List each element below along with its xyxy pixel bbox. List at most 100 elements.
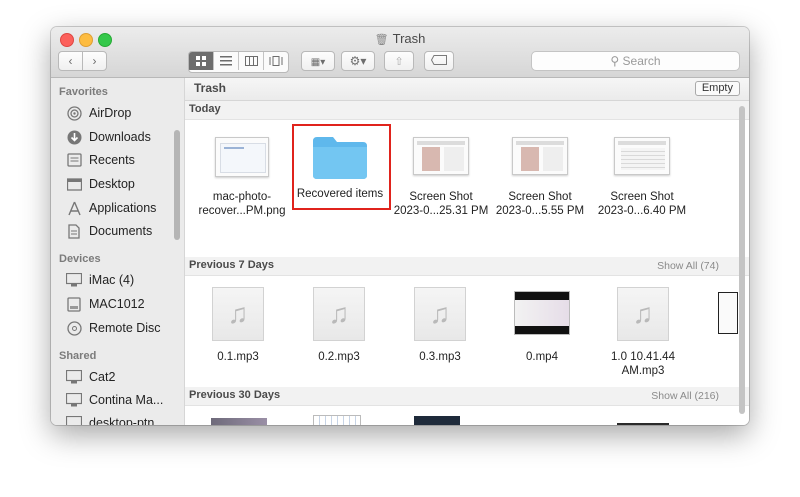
- sidebar-item-desktop[interactable]: Desktop: [66, 174, 135, 194]
- recents-icon: [66, 152, 82, 168]
- sidebar-item-label: MAC1012: [89, 297, 145, 311]
- sidebar-item-label: Remote Disc: [89, 321, 161, 335]
- sidebar-item-applications[interactable]: Applications: [66, 198, 156, 218]
- group-grid-icon: ▦▾: [310, 57, 326, 68]
- sidebar-item-label: AirDrop: [89, 106, 132, 120]
- sidebar-item-recents[interactable]: Recents: [66, 150, 135, 170]
- show-all-link[interactable]: Show All (216): [651, 390, 719, 402]
- monitor-icon: [66, 369, 82, 385]
- file-thumbnail: [614, 137, 670, 175]
- search-field[interactable]: ⚲ Search: [531, 51, 740, 71]
- cover-flow-icon: [269, 56, 283, 66]
- file-name: 0.3.mp3: [419, 351, 461, 363]
- tags-button[interactable]: [424, 51, 454, 71]
- folder-title: Trash: [194, 81, 227, 95]
- chevron-right-icon: ›: [92, 54, 97, 68]
- highlight-box: [292, 124, 391, 210]
- sidebar-item-label: iMac (4): [89, 273, 135, 287]
- share-icon: ⇧: [394, 56, 404, 68]
- file-item[interactable]: ♫ 0.1.mp3: [190, 287, 286, 364]
- file-thumbnail[interactable]: [211, 418, 267, 425]
- disc-icon: [66, 320, 82, 336]
- sidebar-scrollbar[interactable]: [174, 130, 180, 240]
- group-header-previous-30-days: Previous 30 Days Show All (216): [185, 387, 749, 406]
- airdrop-icon: [66, 105, 82, 121]
- sidebar-item-label: Desktop: [89, 177, 135, 191]
- video-thumbnail: [514, 291, 570, 335]
- empty-trash-button[interactable]: Empty: [694, 81, 740, 96]
- sidebar: Favorites AirDrop Downloads Recents Desk…: [51, 78, 185, 425]
- sidebar-item-label: Contina Ma...: [89, 393, 164, 407]
- content-scrollbar[interactable]: [739, 106, 745, 414]
- file-browser: Trash Empty Today mac-photo-recover...PM…: [185, 78, 749, 425]
- disk-icon: [66, 296, 82, 312]
- music-note-icon: ♫: [617, 287, 669, 341]
- search-icon: ⚲: [610, 54, 620, 68]
- sidebar-item-documents[interactable]: Documents: [66, 221, 152, 241]
- group-header-previous-7-days: Previous 7 Days Show All (74): [185, 257, 749, 276]
- file-item[interactable]: Screen Shot 2023-0...6.40 PM: [594, 137, 690, 218]
- file-thumbnail[interactable]: [313, 415, 361, 425]
- search-placeholder: Search: [622, 54, 661, 68]
- sidebar-item-cat2[interactable]: Cat2: [66, 367, 115, 387]
- sidebar-item-label: desktop-ptn...: [89, 416, 165, 425]
- file-name: 0.mp4: [526, 351, 558, 363]
- file-thumbnail[interactable]: [617, 423, 669, 425]
- file-item[interactable]: mac-photo-recover...PM.png: [194, 137, 290, 218]
- share-button[interactable]: ⇧: [384, 51, 414, 71]
- file-item[interactable]: Screen Shot 2023-0...5.55 PM: [492, 137, 588, 218]
- list-view-button[interactable]: [214, 52, 239, 70]
- finder-window: 🗑 Trash ‹ › ▦▾ ⚙▾ ⇧ ⚲ Search Favorites A…: [51, 27, 749, 425]
- monitor-icon: [66, 415, 82, 425]
- file-thumbnail[interactable]: [414, 416, 460, 425]
- file-name: mac-photo-recover...PM.png: [198, 191, 286, 217]
- file-name: Screen Shot 2023-0...5.55 PM: [495, 191, 585, 217]
- file-thumbnail: [512, 137, 568, 175]
- sidebar-item-desktop-ptn[interactable]: desktop-ptn...: [66, 413, 165, 425]
- file-item[interactable]: ♫ 0.2.mp3: [291, 287, 387, 364]
- toolbar: 🗑 Trash ‹ › ▦▾ ⚙▾ ⇧ ⚲ Search: [51, 27, 749, 78]
- path-bar: Trash Empty: [185, 78, 749, 101]
- action-button[interactable]: ⚙▾: [341, 51, 375, 71]
- columns-icon: [244, 56, 258, 66]
- sidebar-item-label: Documents: [89, 224, 153, 238]
- group-by-button[interactable]: ▦▾: [301, 51, 335, 71]
- group-title: Today: [189, 103, 221, 115]
- icon-view-button[interactable]: [189, 52, 214, 70]
- file-name: Screen Shot 2023-0...25.31 PM: [393, 191, 489, 217]
- trash-icon: 🗑: [374, 34, 389, 46]
- file-item[interactable]: ♫ 1.0 10.41.44 AM.mp3: [595, 287, 691, 378]
- column-view-button[interactable]: [239, 52, 264, 70]
- file-item[interactable]: 0.mp4: [494, 291, 590, 364]
- cover-flow-view-button[interactable]: [264, 52, 288, 70]
- file-item[interactable]: Screen Shot 2023-0...25.31 PM: [393, 137, 489, 218]
- file-item[interactable]: ♫ 0.3.mp3: [392, 287, 488, 364]
- show-all-link[interactable]: Show All (74): [657, 260, 719, 272]
- sidebar-item-imac[interactable]: iMac (4): [66, 270, 134, 290]
- file-name: 0.1.mp3: [217, 351, 259, 363]
- window-title: 🗑 Trash: [374, 31, 426, 46]
- grid-icon: [196, 56, 206, 66]
- file-name: 0.2.mp3: [318, 351, 360, 363]
- favorites-header: Favorites: [59, 86, 108, 98]
- sidebar-item-remote-disc[interactable]: Remote Disc: [66, 318, 161, 338]
- sidebar-item-label: Downloads: [89, 130, 151, 144]
- chevron-left-icon: ‹: [68, 54, 73, 68]
- file-thumbnail: [413, 137, 469, 175]
- sidebar-item-mac1012[interactable]: MAC1012: [66, 294, 145, 314]
- music-note-icon: ♫: [313, 287, 365, 341]
- back-button[interactable]: ‹: [58, 51, 83, 71]
- sidebar-item-contina[interactable]: Contina Ma...: [66, 390, 163, 410]
- file-name: 1.0 10.41.44 AM.mp3: [611, 351, 675, 377]
- gear-icon: ⚙▾: [349, 54, 367, 68]
- forward-button[interactable]: ›: [82, 51, 107, 71]
- file-thumbnail-partial[interactable]: [718, 292, 738, 334]
- group-header-today: Today: [185, 101, 749, 120]
- list-icon: [220, 56, 232, 66]
- sidebar-item-airdrop[interactable]: AirDrop: [66, 103, 131, 123]
- downloads-icon: [66, 129, 82, 145]
- sidebar-item-label: Cat2: [89, 370, 116, 384]
- sidebar-item-downloads[interactable]: Downloads: [66, 127, 151, 147]
- shared-header: Shared: [59, 350, 97, 362]
- sidebar-item-label: Recents: [89, 153, 135, 167]
